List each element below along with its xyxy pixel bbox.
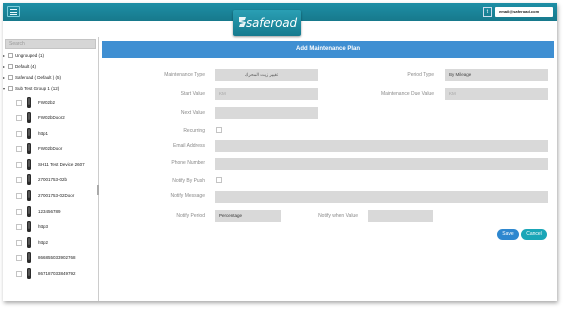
due-value-label: Maintenance Due Value [381,91,434,97]
tree-group-sub-test-1[interactable]: ▾ Sub Test Group 1 (12) [3,86,60,92]
due-value-input[interactable]: KM [445,88,548,100]
language-flag-icon[interactable]: t [483,7,492,17]
tree-group-saferoad[interactable]: ▸ Saferoad ( Default ) (5) [3,75,62,81]
tree-group-label: Default (4) [15,64,37,69]
cancel-button[interactable]: Cancel [521,229,547,240]
app-window: t email@saferoad.com saferoad Search ▸ Un… [3,3,557,301]
tree-group-label: Ungrouped (1) [15,53,45,58]
recurring-checkbox[interactable] [216,127,222,133]
device-item[interactable]: 866855033902768 [16,252,96,263]
saferoad-logo: saferoad [233,10,301,36]
logo-text: saferoad [246,16,297,30]
device-item[interactable]: FW02bDoor2 [16,112,96,123]
device-checkbox[interactable] [16,115,22,121]
next-value-input[interactable] [215,107,318,119]
device-checkbox[interactable] [16,209,22,215]
phone-icon [27,112,31,123]
device-item[interactable]: FW02bDoor [16,143,96,154]
panel-resize-handle[interactable] [97,185,99,195]
device-checkbox[interactable] [16,271,22,277]
device-checkbox[interactable] [16,255,22,261]
tree-group-default[interactable]: ▸ Default (4) [3,64,37,70]
device-checkbox[interactable] [16,131,22,137]
device-item[interactable]: 27001753-02b [16,174,96,185]
tree-group-label: Saferoad ( Default ) (5) [15,75,62,80]
group-checkbox[interactable] [8,64,13,70]
notify-message-input[interactable] [215,191,548,203]
group-checkbox[interactable] [8,53,13,59]
period-type-label: Period Type [407,72,434,78]
notify-when-input[interactable] [368,210,433,222]
device-checkbox[interactable] [16,162,22,168]
tree-group-label: Sub Test Group 1 (12) [15,86,60,91]
phone-icon [27,237,31,248]
device-item[interactable]: http3 [16,221,96,232]
tree-group-ungrouped[interactable]: ▸ Ungrouped (1) [3,53,45,59]
hamburger-menu-icon[interactable] [7,6,20,17]
group-checkbox[interactable] [8,86,13,92]
device-item[interactable]: SH11 Test Device 2607 [16,159,96,170]
notify-push-checkbox[interactable] [216,177,222,183]
phone-icon [27,128,31,139]
group-checkbox[interactable] [8,75,13,81]
notify-when-label: Notify when Value [318,213,358,219]
phone-icon [27,190,31,201]
email-input[interactable] [215,140,548,152]
next-value-label: Next Value [180,110,205,116]
phone-icon [27,97,31,108]
email-label: Email Address [173,143,205,149]
phone-icon [27,252,31,263]
start-value-input[interactable]: KM [215,88,318,100]
phone-icon [27,174,31,185]
user-email-menu[interactable]: email@saferoad.com [495,7,553,17]
device-checkbox[interactable] [16,146,22,152]
search-input[interactable]: Search [5,39,96,49]
device-item[interactable]: FW02b2 [16,97,96,108]
notify-message-label: Notify Message [170,193,205,199]
device-checkbox[interactable] [16,240,22,246]
recurring-label: Recurring [183,128,205,134]
device-item[interactable]: 27001753-02Door [16,190,96,201]
phone-input[interactable] [215,158,548,170]
device-checkbox[interactable] [16,177,22,183]
notify-push-label: Notify By Push [172,178,205,184]
period-type-select[interactable]: By Mileage [445,69,548,81]
form-title: Add Maintenance Plan [102,41,554,58]
device-checkbox[interactable] [16,224,22,230]
device-item[interactable]: http2 [16,237,96,248]
device-checkbox[interactable] [16,193,22,199]
phone-icon [27,268,31,279]
device-item[interactable]: 123456789 [16,206,96,217]
phone-icon [27,143,31,154]
phone-icon [27,206,31,217]
maintenance-type-label: Maintenance Type [164,72,205,78]
phone-icon [27,221,31,232]
notify-period-select[interactable]: Percentage [215,210,281,222]
phone-label: Phone Number [171,160,205,166]
save-button[interactable]: Save [497,229,519,240]
start-value-label: Start Value [180,91,205,97]
notify-period-label: Notify Period [176,213,205,219]
device-item[interactable]: http1 [16,128,96,139]
device-item[interactable]: 867187033849792 [16,268,96,279]
phone-icon [27,159,31,170]
device-checkbox[interactable] [16,100,22,106]
vehicle-tree-panel: Search ▸ Ungrouped (1) ▸ Default (4) ▸ Safe… [3,37,99,301]
maintenance-type-select[interactable]: تغيير زيت المحرك [215,69,318,81]
